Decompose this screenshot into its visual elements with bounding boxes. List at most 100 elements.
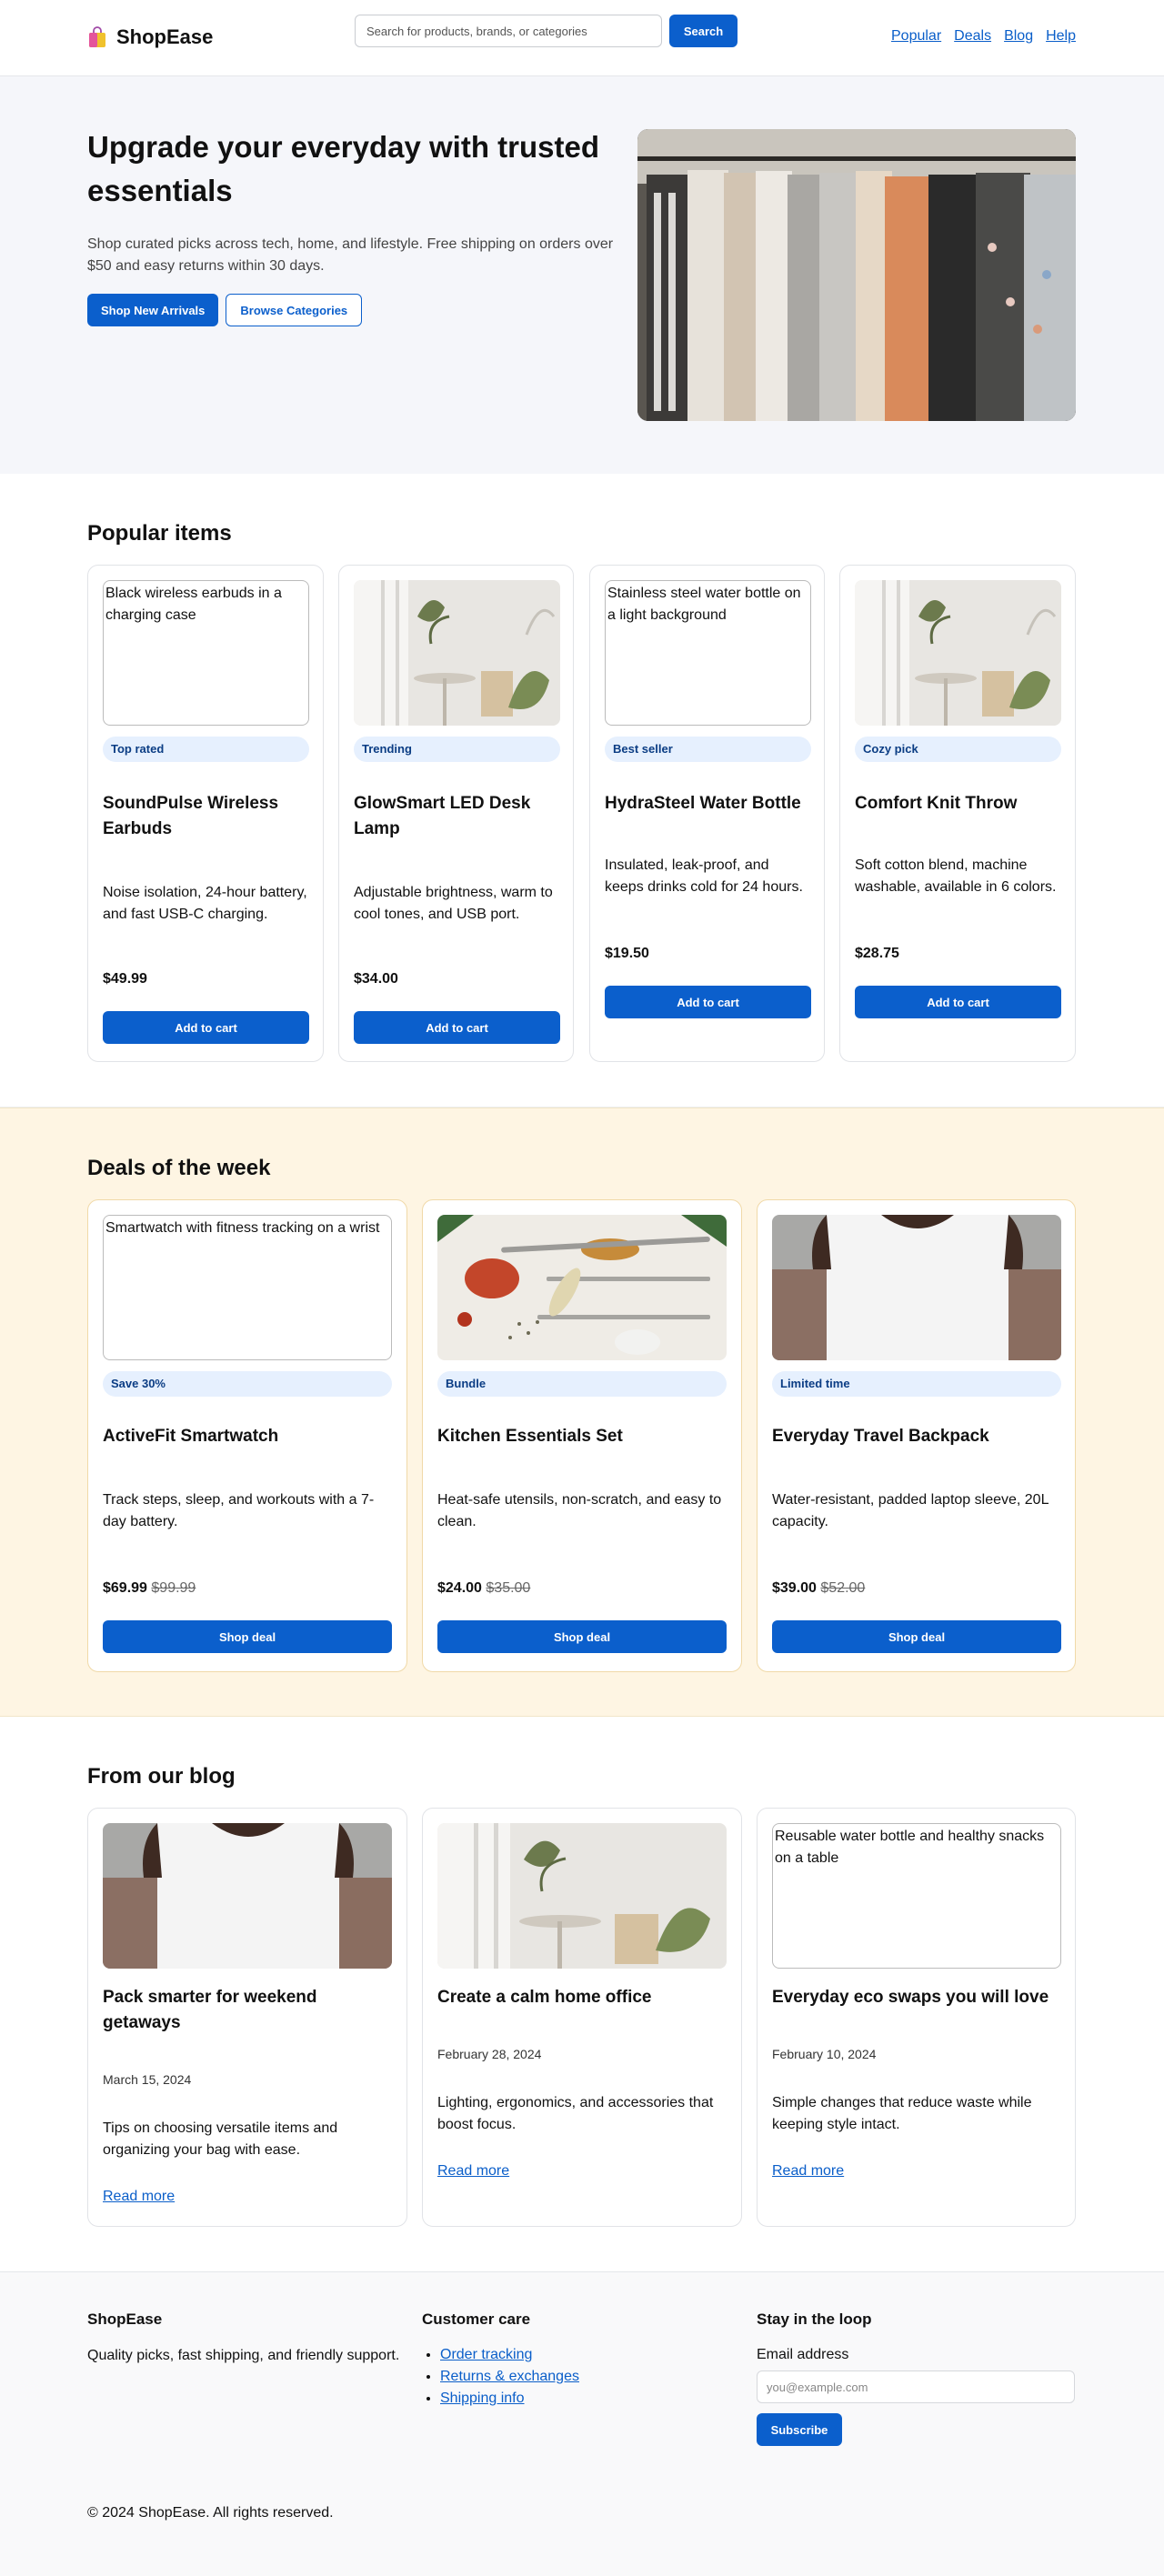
blog-post-excerpt: Lighting, ergonomics, and accessories th… — [437, 2095, 714, 2132]
deal-description: Water-resistant, padded laptop sleeve, 2… — [772, 1492, 1049, 1529]
blog-post-title[interactable]: Create a calm home office — [437, 1985, 727, 2010]
deal-card: Limited time Everyday Travel Backpack Wa… — [757, 1199, 1076, 1672]
deal-card: Smartwatch with fitness tracking on a wr… — [87, 1199, 407, 1672]
blog-post-excerpt: Tips on choosing versatile items and org… — [103, 2120, 338, 2158]
blog-post-title[interactable]: Everyday eco swaps you will love — [772, 1985, 1061, 2010]
blog-image: Reusable water bottle and healthy snacks… — [772, 1823, 1061, 1969]
blog-card: Reusable water bottle and healthy snacks… — [757, 1808, 1076, 2227]
blog-card: Create a calm home office February 28, 2… — [422, 1808, 742, 2227]
deal-price: $24.00 $35.00 — [437, 1580, 530, 1597]
customer-care-links: Order tracking Returns & exchanges Shipp… — [422, 2344, 579, 2410]
product-badge: Top rated — [103, 737, 309, 762]
product-card: Stainless steel water bottle on a light … — [589, 565, 825, 1062]
hero-actions: Shop New Arrivals Browse Categories — [87, 294, 363, 326]
deal-original-price: $35.00 — [486, 1580, 531, 1596]
deals-title: Deals of the week — [87, 1156, 271, 1180]
deal-name: Kitchen Essentials Set — [437, 1427, 623, 1446]
email-label: Email address — [757, 2347, 849, 2362]
nav-link-help[interactable]: Help — [1046, 28, 1076, 45]
nav-link-deals[interactable]: Deals — [954, 28, 991, 45]
browse-categories-button[interactable]: Browse Categories — [226, 294, 363, 326]
nav-link-blog[interactable]: Blog — [1004, 28, 1033, 45]
newsletter-email-input[interactable] — [757, 2371, 1075, 2403]
deal-image: Smartwatch with fitness tracking on a wr… — [103, 1215, 392, 1360]
deal-badge: Limited time — [772, 1371, 1061, 1397]
hero-image-clothing-rack — [637, 129, 1076, 421]
product-description: Insulated, leak-proof, and keeps drinks … — [605, 857, 803, 895]
popular-section: Popular items Black wireless earbuds in … — [0, 474, 1164, 1108]
read-more-link[interactable]: Read more — [437, 2163, 509, 2180]
customer-care-title: Customer care — [422, 2310, 531, 2328]
deal-original-price: $52.00 — [820, 1580, 866, 1596]
blog-title: From our blog — [87, 1764, 236, 1789]
deal-original-price: $99.99 — [151, 1580, 196, 1596]
product-price: $34.00 — [354, 971, 398, 987]
blog-post-excerpt: Simple changes that reduce waste while k… — [772, 2095, 1032, 2132]
hero-title: Upgrade your everyday with trusted essen… — [87, 130, 599, 207]
search-button[interactable]: Search — [669, 15, 738, 47]
returns-exchanges-link[interactable]: Returns & exchanges — [440, 2369, 579, 2384]
search-input[interactable] — [355, 15, 662, 47]
blog-image — [103, 1823, 392, 1969]
blog-post-title[interactable]: Pack smarter for weekend getaways — [103, 1985, 392, 2036]
read-more-link[interactable]: Read more — [103, 2189, 175, 2205]
copyright-text: © 2024 ShopEase. All rights reserved. — [87, 2505, 334, 2521]
hero-subtitle: Shop curated picks across tech, home, an… — [87, 236, 614, 274]
site-footer: ShopEase Quality picks, fast shipping, a… — [0, 2271, 1164, 2576]
footer-list-item: Order tracking — [440, 2344, 579, 2366]
product-price: $19.50 — [605, 946, 649, 961]
blog-post-date: March 15, 2024 — [103, 2072, 192, 2087]
deal-price: $69.99 $99.99 — [103, 1580, 196, 1597]
shop-deal-button[interactable]: Shop deal — [103, 1620, 392, 1653]
product-badge: Cozy pick — [855, 737, 1061, 762]
product-price: $49.99 — [103, 971, 147, 987]
newsletter-title: Stay in the loop — [757, 2310, 872, 2328]
product-price: $28.75 — [855, 946, 899, 961]
add-to-cart-button[interactable]: Add to cart — [855, 986, 1061, 1018]
blog-card: Pack smarter for weekend getaways March … — [87, 1808, 407, 2227]
site-header: ShopEase Search Popular Deals Blog Help — [0, 0, 1164, 76]
add-to-cart-button[interactable]: Add to cart — [354, 1011, 560, 1044]
shopping-bag-icon — [87, 26, 107, 48]
nav-link-popular[interactable]: Popular — [891, 28, 941, 45]
product-description: Soft cotton blend, machine washable, ava… — [855, 857, 1057, 895]
deal-description: Heat-safe utensils, non-scratch, and eas… — [437, 1492, 722, 1529]
deal-image — [772, 1215, 1061, 1360]
product-card: Cozy pick Comfort Knit Throw Soft cotton… — [839, 565, 1076, 1062]
deal-image — [437, 1215, 727, 1360]
blog-image — [437, 1823, 727, 1969]
read-more-link[interactable]: Read more — [772, 2163, 844, 2180]
shop-new-arrivals-button[interactable]: Shop New Arrivals — [87, 294, 219, 326]
deals-section: Deals of the week Smartwatch with fitnes… — [0, 1108, 1164, 1717]
deal-current-price: $24.00 — [437, 1580, 482, 1596]
footer-list-item: Returns & exchanges — [440, 2366, 579, 2388]
order-tracking-link[interactable]: Order tracking — [440, 2347, 532, 2362]
subscribe-button[interactable]: Subscribe — [757, 2413, 842, 2446]
add-to-cart-button[interactable]: Add to cart — [605, 986, 811, 1018]
brand-logo[interactable]: ShopEase — [87, 25, 213, 49]
product-card: Black wireless earbuds in a charging cas… — [87, 565, 324, 1062]
product-name: SoundPulse Wireless Earbuds — [103, 794, 279, 838]
product-image: Stainless steel water bottle on a light … — [605, 580, 811, 726]
deal-name: ActiveFit Smartwatch — [103, 1427, 279, 1446]
product-name: GlowSmart LED Desk Lamp — [354, 794, 531, 838]
popular-title: Popular items — [87, 521, 232, 546]
blog-post-date: February 10, 2024 — [772, 2047, 877, 2061]
top-nav: Popular Deals Blog Help — [891, 28, 1076, 45]
shop-deal-button[interactable]: Shop deal — [772, 1620, 1061, 1653]
deal-name: Everyday Travel Backpack — [772, 1427, 989, 1446]
blog-post-date: February 28, 2024 — [437, 2047, 542, 2061]
deal-badge: Save 30% — [103, 1371, 392, 1397]
footer-list-item: Shipping info — [440, 2388, 579, 2410]
product-card: Trending GlowSmart LED Desk Lamp Adjusta… — [338, 565, 574, 1062]
deal-price: $39.00 $52.00 — [772, 1580, 865, 1597]
product-badge: Trending — [354, 737, 560, 762]
product-badge: Best seller — [605, 737, 811, 762]
shop-deal-button[interactable]: Shop deal — [437, 1620, 727, 1653]
footer-tagline: Quality picks, fast shipping, and friend… — [87, 2348, 400, 2363]
deal-description: Track steps, sleep, and workouts with a … — [103, 1492, 375, 1529]
shipping-info-link[interactable]: Shipping info — [440, 2391, 525, 2406]
add-to-cart-button[interactable]: Add to cart — [103, 1011, 309, 1044]
brand-name: ShopEase — [116, 25, 214, 48]
hero-section: Upgrade your everyday with trusted essen… — [0, 76, 1164, 474]
